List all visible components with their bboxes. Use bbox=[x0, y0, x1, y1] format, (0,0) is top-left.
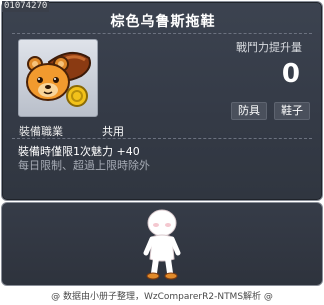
footer-credit: @ 数据由小册子整理，WzComparerR2-NTMS解析 @ bbox=[51, 292, 273, 302]
item-id-label: 01074270 bbox=[2, 1, 50, 12]
item-icon-frame bbox=[18, 39, 98, 117]
item-tooltip: 棕色乌鲁斯拖鞋 戰鬥力提升量 0 防具 鞋子 裝備職業 共用 裝備時僅限1次魅力… bbox=[1, 1, 323, 201]
category-tag-armor: 防具 bbox=[231, 102, 267, 120]
job-requirement-label: 裝備職業 bbox=[19, 125, 63, 138]
item-title: 棕色乌鲁斯拖鞋 bbox=[110, 14, 216, 30]
power-increase-label: 戰鬥力提升量 bbox=[236, 41, 302, 54]
category-tag-shoes: 鞋子 bbox=[274, 102, 310, 120]
job-requirement-value: 共用 bbox=[102, 125, 124, 138]
title-divider bbox=[12, 33, 312, 34]
character-preview-panel bbox=[1, 202, 323, 286]
bear-slipper-icon bbox=[26, 51, 91, 107]
limit-note-text: 每日限制、超過上限時除外 bbox=[18, 159, 150, 172]
stats-divider bbox=[12, 138, 312, 139]
mannequin-character bbox=[143, 209, 181, 280]
power-increase-value: 0 bbox=[281, 59, 300, 89]
